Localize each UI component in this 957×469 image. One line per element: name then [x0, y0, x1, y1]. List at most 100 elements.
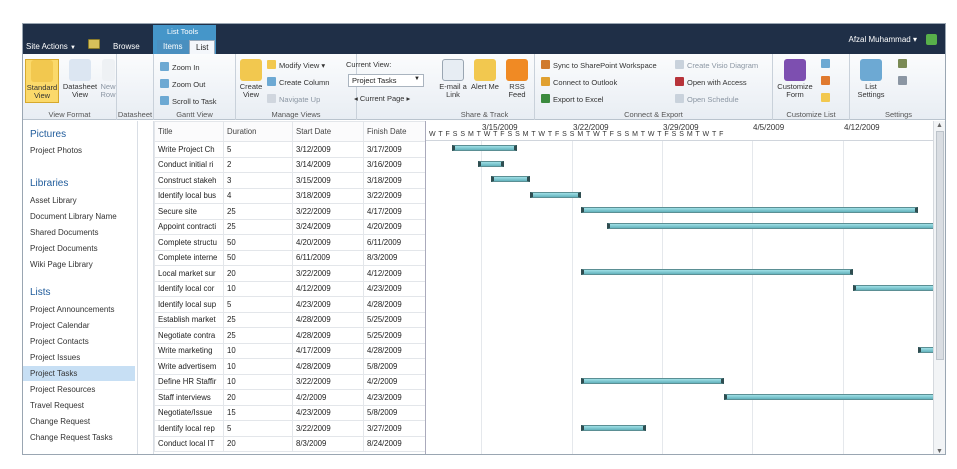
email-link-button[interactable]: E-mail a Link — [437, 59, 469, 103]
table-row[interactable]: Appoint contracti 25 3/24/2009 4/20/2009 — [154, 218, 427, 235]
table-cell[interactable]: Negotiate/Issue — [154, 404, 224, 421]
table-cell[interactable]: Conduct initial ri — [154, 156, 224, 173]
current-view-select[interactable]: Project Tasks ▼ — [348, 74, 424, 87]
table-cell[interactable]: 8/3/2009 — [363, 249, 427, 266]
connect-outlook-button[interactable]: Connect to Outlook — [541, 77, 617, 90]
gantt-task-bar[interactable] — [451, 145, 517, 151]
new-row-button[interactable]: New Row — [99, 59, 117, 103]
table-cell[interactable]: 3/15/2009 — [292, 172, 364, 189]
table-cell[interactable]: 3/22/2009 — [292, 420, 364, 437]
gantt-task-bar[interactable] — [581, 269, 854, 276]
create-view-button[interactable]: Create View — [237, 59, 265, 103]
nav-item-project-photos[interactable]: Project Photos — [30, 146, 82, 155]
sync-sharepoint-button[interactable]: Sync to SharePoint Workspace — [541, 60, 657, 73]
table-row[interactable]: Write marketing 10 4/17/2009 4/28/2009 — [154, 342, 427, 359]
list-permissions-button[interactable] — [821, 93, 833, 106]
table-cell[interactable]: 3/27/2009 — [363, 420, 427, 437]
table-cell[interactable]: 15 — [223, 404, 293, 421]
column-header-duration[interactable]: Duration — [223, 121, 293, 142]
table-cell[interactable]: 10 — [223, 342, 293, 359]
open-schedule-button[interactable]: Open Schedule — [675, 94, 739, 107]
nav-heading-libraries[interactable]: Libraries — [30, 178, 68, 189]
table-cell[interactable]: 4/12/2009 — [292, 280, 364, 297]
scroll-up-icon[interactable]: ▲ — [936, 122, 943, 129]
table-cell[interactable]: Complete interne — [154, 249, 224, 266]
list-settings-button[interactable]: List Settings — [854, 59, 888, 103]
tab-items[interactable]: Items — [157, 40, 189, 54]
table-cell[interactable]: 10 — [223, 373, 293, 390]
table-cell[interactable]: 3/22/2009 — [292, 373, 364, 390]
table-cell[interactable]: 5/25/2009 — [363, 311, 427, 328]
table-cell[interactable]: 20 — [223, 389, 293, 406]
table-cell[interactable]: 4/2/2009 — [292, 389, 364, 406]
customize-form-button[interactable]: Customize Form — [777, 59, 813, 103]
nav-item-list[interactable]: Project Contacts — [30, 337, 89, 346]
column-header-finish-date[interactable]: Finish Date — [363, 121, 427, 142]
tab-list[interactable]: List — [189, 40, 216, 54]
table-cell[interactable]: 5/25/2009 — [363, 327, 427, 344]
table-cell[interactable]: Identify local sup — [154, 296, 224, 313]
table-cell[interactable]: 25 — [223, 218, 293, 235]
table-row[interactable]: Identify local cor 10 4/12/2009 4/23/2009 — [154, 280, 427, 297]
datasheet-view-button[interactable]: Datasheet View — [62, 59, 98, 103]
table-cell[interactable]: 3/18/2009 — [363, 172, 427, 189]
permissions-button[interactable] — [898, 59, 910, 72]
table-cell[interactable]: 5 — [223, 420, 293, 437]
table-cell[interactable]: 4/12/2009 — [363, 265, 427, 282]
table-cell[interactable]: 3/14/2009 — [292, 156, 364, 173]
browse-tab[interactable]: Browse — [113, 42, 140, 51]
table-cell[interactable]: 3 — [223, 172, 293, 189]
nav-heading-lists[interactable]: Lists — [30, 287, 51, 298]
table-cell[interactable]: 5 — [223, 141, 293, 158]
nav-item-library[interactable]: Shared Documents — [30, 228, 98, 237]
table-row[interactable]: Complete structu 50 4/20/2009 6/11/2009 — [154, 234, 427, 251]
create-visio-button[interactable]: Create Visio Diagram — [675, 60, 758, 73]
nav-heading-pictures[interactable]: Pictures — [30, 129, 66, 140]
edit-list-button[interactable] — [821, 59, 833, 72]
table-cell[interactable]: Staff interviews — [154, 389, 224, 406]
nav-item-list[interactable]: Travel Request — [30, 401, 84, 410]
zoom-out-button[interactable]: Zoom Out — [160, 79, 205, 92]
table-row[interactable]: Define HR Staffir 10 3/22/2009 4/2/2009 — [154, 373, 427, 390]
table-row[interactable]: Write advertisem 10 4/28/2009 5/8/2009 — [154, 358, 427, 375]
gantt-task-bar[interactable] — [581, 424, 647, 431]
nav-item-list[interactable]: Project Calendar — [30, 321, 90, 330]
table-cell[interactable]: 4/28/2009 — [292, 358, 364, 375]
gantt-task-bar[interactable] — [529, 191, 582, 198]
table-cell[interactable]: 8/24/2009 — [363, 435, 427, 452]
gantt-task-bar[interactable] — [490, 176, 530, 183]
table-cell[interactable]: Construct stakeh — [154, 172, 224, 189]
table-row[interactable]: Identify local sup 5 4/23/2009 4/28/2009 — [154, 296, 427, 313]
gantt-task-bar[interactable] — [581, 378, 724, 385]
table-cell[interactable]: 3/22/2009 — [292, 265, 364, 282]
table-cell[interactable]: 4/28/2009 — [292, 311, 364, 328]
table-cell[interactable]: Define HR Staffir — [154, 373, 224, 390]
table-row[interactable]: Write Project Ch 5 3/12/2009 3/17/2009 — [154, 141, 427, 158]
alert-me-button[interactable]: Alert Me — [470, 59, 500, 103]
vertical-scrollbar[interactable]: ▲ ▼ — [933, 121, 945, 454]
table-cell[interactable]: 4 — [223, 187, 293, 204]
site-actions-menu[interactable]: Site Actions ▼ — [26, 42, 76, 51]
table-row[interactable]: Local market sur 20 3/22/2009 4/12/2009 — [154, 265, 427, 282]
table-cell[interactable]: 4/28/2009 — [363, 342, 427, 359]
table-row[interactable]: Negotiate/Issue 15 4/23/2009 5/8/2009 — [154, 404, 427, 421]
table-cell[interactable]: Appoint contracti — [154, 218, 224, 235]
table-cell[interactable]: Write marketing — [154, 342, 224, 359]
table-row[interactable]: Conduct local IT 20 8/3/2009 8/24/2009 — [154, 435, 427, 452]
nav-item-list[interactable]: Project Announcements — [30, 305, 115, 314]
delete-list-button[interactable] — [821, 76, 833, 89]
export-excel-button[interactable]: Export to Excel — [541, 94, 603, 107]
nav-item-list[interactable]: Project Issues — [30, 353, 80, 362]
create-column-button[interactable]: Create Column — [267, 77, 329, 90]
table-cell[interactable]: 4/23/2009 — [363, 389, 427, 406]
table-cell[interactable]: 5/8/2009 — [363, 358, 427, 375]
table-cell[interactable]: 3/22/2009 — [292, 203, 364, 220]
gantt-task-bar[interactable] — [607, 222, 936, 229]
nav-item-library[interactable]: Project Documents — [30, 244, 98, 253]
table-cell[interactable]: 4/17/2009 — [292, 342, 364, 359]
table-row[interactable]: Staff interviews 20 4/2/2009 4/23/2009 — [154, 389, 427, 406]
column-header-title[interactable]: Title — [154, 121, 224, 142]
nav-item-list[interactable]: Project Resources — [30, 385, 95, 394]
table-cell[interactable]: 4/2/2009 — [363, 373, 427, 390]
table-row[interactable]: Complete interne 50 6/11/2009 8/3/2009 — [154, 249, 427, 266]
